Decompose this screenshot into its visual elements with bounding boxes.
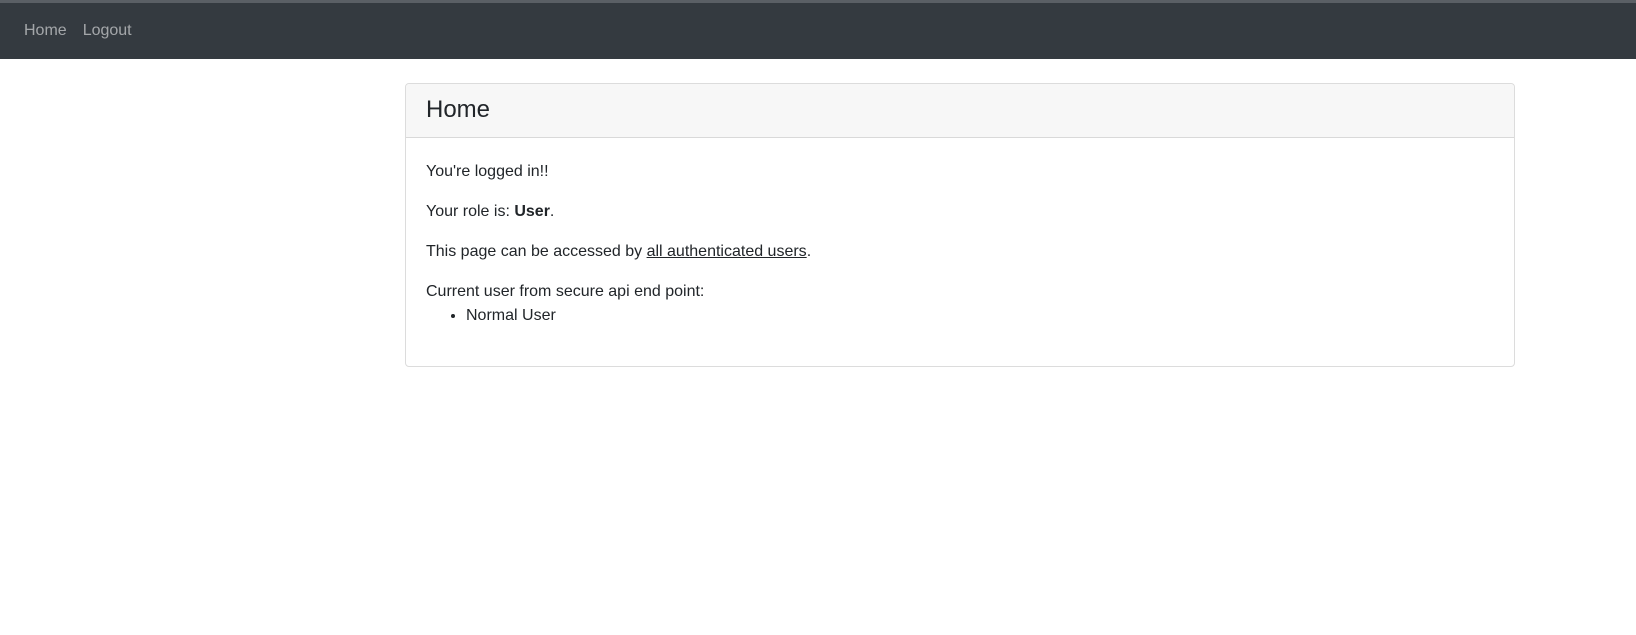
card-body: You're logged in!! Your role is: User. T…	[406, 138, 1514, 328]
access-line: This page can be accessed by all authent…	[426, 240, 1494, 264]
card-header: Home	[406, 84, 1514, 138]
home-card: Home You're logged in!! Your role is: Us…	[405, 83, 1515, 367]
access-suffix: .	[806, 243, 812, 260]
role-value: User	[514, 203, 550, 220]
access-prefix: This page can be accessed by	[426, 243, 647, 260]
page-title: Home	[426, 96, 491, 124]
nav-home-link[interactable]: Home	[24, 22, 67, 40]
logged-in-message: You're logged in!!	[426, 163, 549, 180]
nav-logout-link[interactable]: Logout	[83, 22, 132, 40]
list-item: Normal User	[466, 304, 1494, 328]
user-list: Normal User	[426, 304, 1494, 328]
role-prefix: Your role is:	[426, 203, 515, 220]
api-label: Current user from secure api end point:	[426, 283, 705, 300]
role-line: Your role is: User.	[426, 200, 1494, 224]
all-authenticated-users-link[interactable]: all authenticated users	[647, 243, 807, 260]
top-navbar: Home Logout	[0, 3, 1636, 59]
role-suffix: .	[549, 203, 555, 220]
